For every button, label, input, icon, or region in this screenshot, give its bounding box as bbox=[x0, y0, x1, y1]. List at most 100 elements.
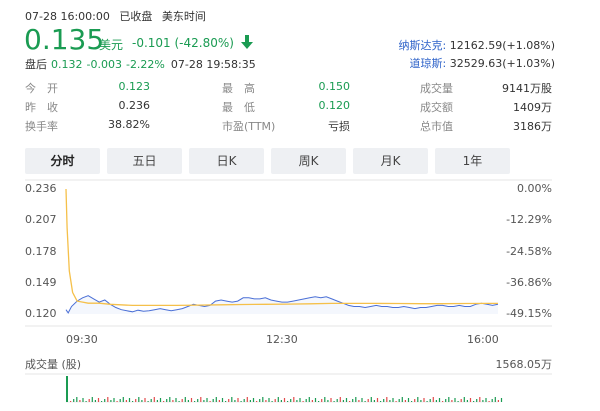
volume-label: 成交量 (股) bbox=[25, 358, 82, 371]
volume-bar bbox=[330, 398, 332, 402]
volume-bar bbox=[311, 400, 313, 402]
volume-bar bbox=[225, 401, 227, 402]
intraday-chart bbox=[25, 179, 552, 403]
volume-bar bbox=[159, 398, 162, 402]
volume-bar bbox=[76, 397, 78, 402]
volume-bar bbox=[135, 399, 137, 402]
pct-tick-label: 0.00% bbox=[517, 182, 552, 195]
volume-bar bbox=[380, 401, 382, 402]
volume-bar bbox=[339, 397, 341, 402]
volume-bar bbox=[479, 397, 481, 402]
volume-bar bbox=[110, 400, 112, 402]
volume-bar bbox=[466, 400, 468, 402]
volume-bar bbox=[283, 398, 286, 402]
volume-bar bbox=[448, 397, 450, 402]
volume-bar bbox=[79, 400, 81, 402]
y-tick-label: 0.120 bbox=[25, 307, 57, 320]
volume-bar bbox=[376, 398, 379, 402]
volume-bar bbox=[398, 399, 400, 402]
volume-bar bbox=[476, 399, 478, 402]
volume-bar bbox=[457, 401, 459, 402]
volume-bar bbox=[187, 400, 189, 402]
volume-bar bbox=[66, 376, 68, 402]
volume-bar bbox=[435, 400, 437, 402]
volume-bar bbox=[268, 398, 270, 402]
volume-bar bbox=[500, 398, 503, 402]
volume-bar bbox=[200, 397, 202, 402]
volume-bar bbox=[212, 399, 214, 402]
volume-bar bbox=[445, 399, 447, 402]
volume-bar bbox=[392, 398, 394, 402]
volume-bar bbox=[355, 397, 357, 402]
volume-bar bbox=[128, 398, 131, 402]
volume-bar bbox=[494, 397, 496, 402]
volume-bar bbox=[305, 399, 307, 402]
volume-bar bbox=[150, 399, 152, 402]
volume-bar bbox=[184, 397, 186, 402]
volume-bar bbox=[491, 399, 493, 402]
volume-bar bbox=[107, 397, 109, 402]
volume-bar bbox=[169, 397, 171, 402]
volume-bar bbox=[259, 399, 261, 402]
volume-bar bbox=[237, 398, 239, 402]
volume-bar bbox=[197, 399, 199, 402]
volume-bar bbox=[181, 399, 183, 402]
volume-bar bbox=[172, 400, 174, 402]
volume-bar bbox=[209, 401, 211, 402]
volume-bar bbox=[82, 398, 84, 402]
volume-bar bbox=[287, 401, 289, 402]
volume-bar bbox=[277, 397, 279, 402]
volume-bar bbox=[438, 398, 441, 402]
volume-bar bbox=[206, 398, 208, 402]
volume-bar bbox=[144, 398, 146, 402]
y-tick-label: 0.207 bbox=[25, 213, 57, 227]
volume-bar bbox=[442, 401, 444, 402]
volume-bar bbox=[70, 401, 72, 402]
volume-bar bbox=[271, 401, 273, 402]
volume-bar bbox=[178, 401, 180, 402]
x-tick-label: 16:00 bbox=[467, 333, 499, 346]
volume-bar bbox=[342, 400, 344, 402]
volume-bar bbox=[119, 399, 121, 402]
volume-bar bbox=[252, 398, 255, 402]
volume-bar bbox=[274, 399, 276, 402]
volume-bar bbox=[221, 398, 224, 402]
volume-bar bbox=[414, 399, 416, 402]
volume-bar bbox=[190, 398, 193, 402]
y-tick-label: 0.149 bbox=[25, 275, 57, 289]
volume-bar bbox=[122, 397, 124, 402]
volume-bar bbox=[293, 397, 295, 402]
volume-bar bbox=[296, 400, 298, 402]
volume-bar bbox=[262, 397, 264, 402]
volume-bar bbox=[308, 397, 310, 402]
volume-bar bbox=[153, 397, 155, 402]
volume-bar bbox=[231, 397, 233, 402]
volume-bar bbox=[88, 399, 90, 402]
volume-bar bbox=[243, 399, 245, 402]
volume-bar bbox=[429, 399, 431, 402]
volume-bar bbox=[454, 398, 456, 402]
volume-bar bbox=[345, 398, 348, 402]
volume-bar bbox=[85, 401, 87, 402]
volume-bar bbox=[373, 400, 375, 402]
volume-bar bbox=[116, 401, 118, 402]
volume-bar bbox=[141, 400, 143, 402]
volume-bar bbox=[420, 400, 422, 402]
volume-bar bbox=[73, 399, 75, 402]
volume-bar bbox=[166, 399, 168, 402]
volume-bar bbox=[203, 400, 205, 402]
volume-bar bbox=[97, 398, 100, 402]
volume-bar bbox=[163, 401, 165, 402]
volume-bar bbox=[349, 401, 351, 402]
x-tick-label: 09:30 bbox=[66, 333, 98, 346]
volume-bar bbox=[469, 398, 472, 402]
volume-bar bbox=[240, 401, 242, 402]
volume-bar bbox=[113, 398, 115, 402]
volume-bar bbox=[482, 400, 484, 402]
volume-bar bbox=[367, 399, 369, 402]
volume-bar bbox=[132, 401, 134, 402]
volume-bar bbox=[395, 401, 397, 402]
volume-bar bbox=[451, 400, 453, 402]
volume-bar bbox=[91, 397, 93, 402]
volume-bar bbox=[432, 397, 434, 402]
